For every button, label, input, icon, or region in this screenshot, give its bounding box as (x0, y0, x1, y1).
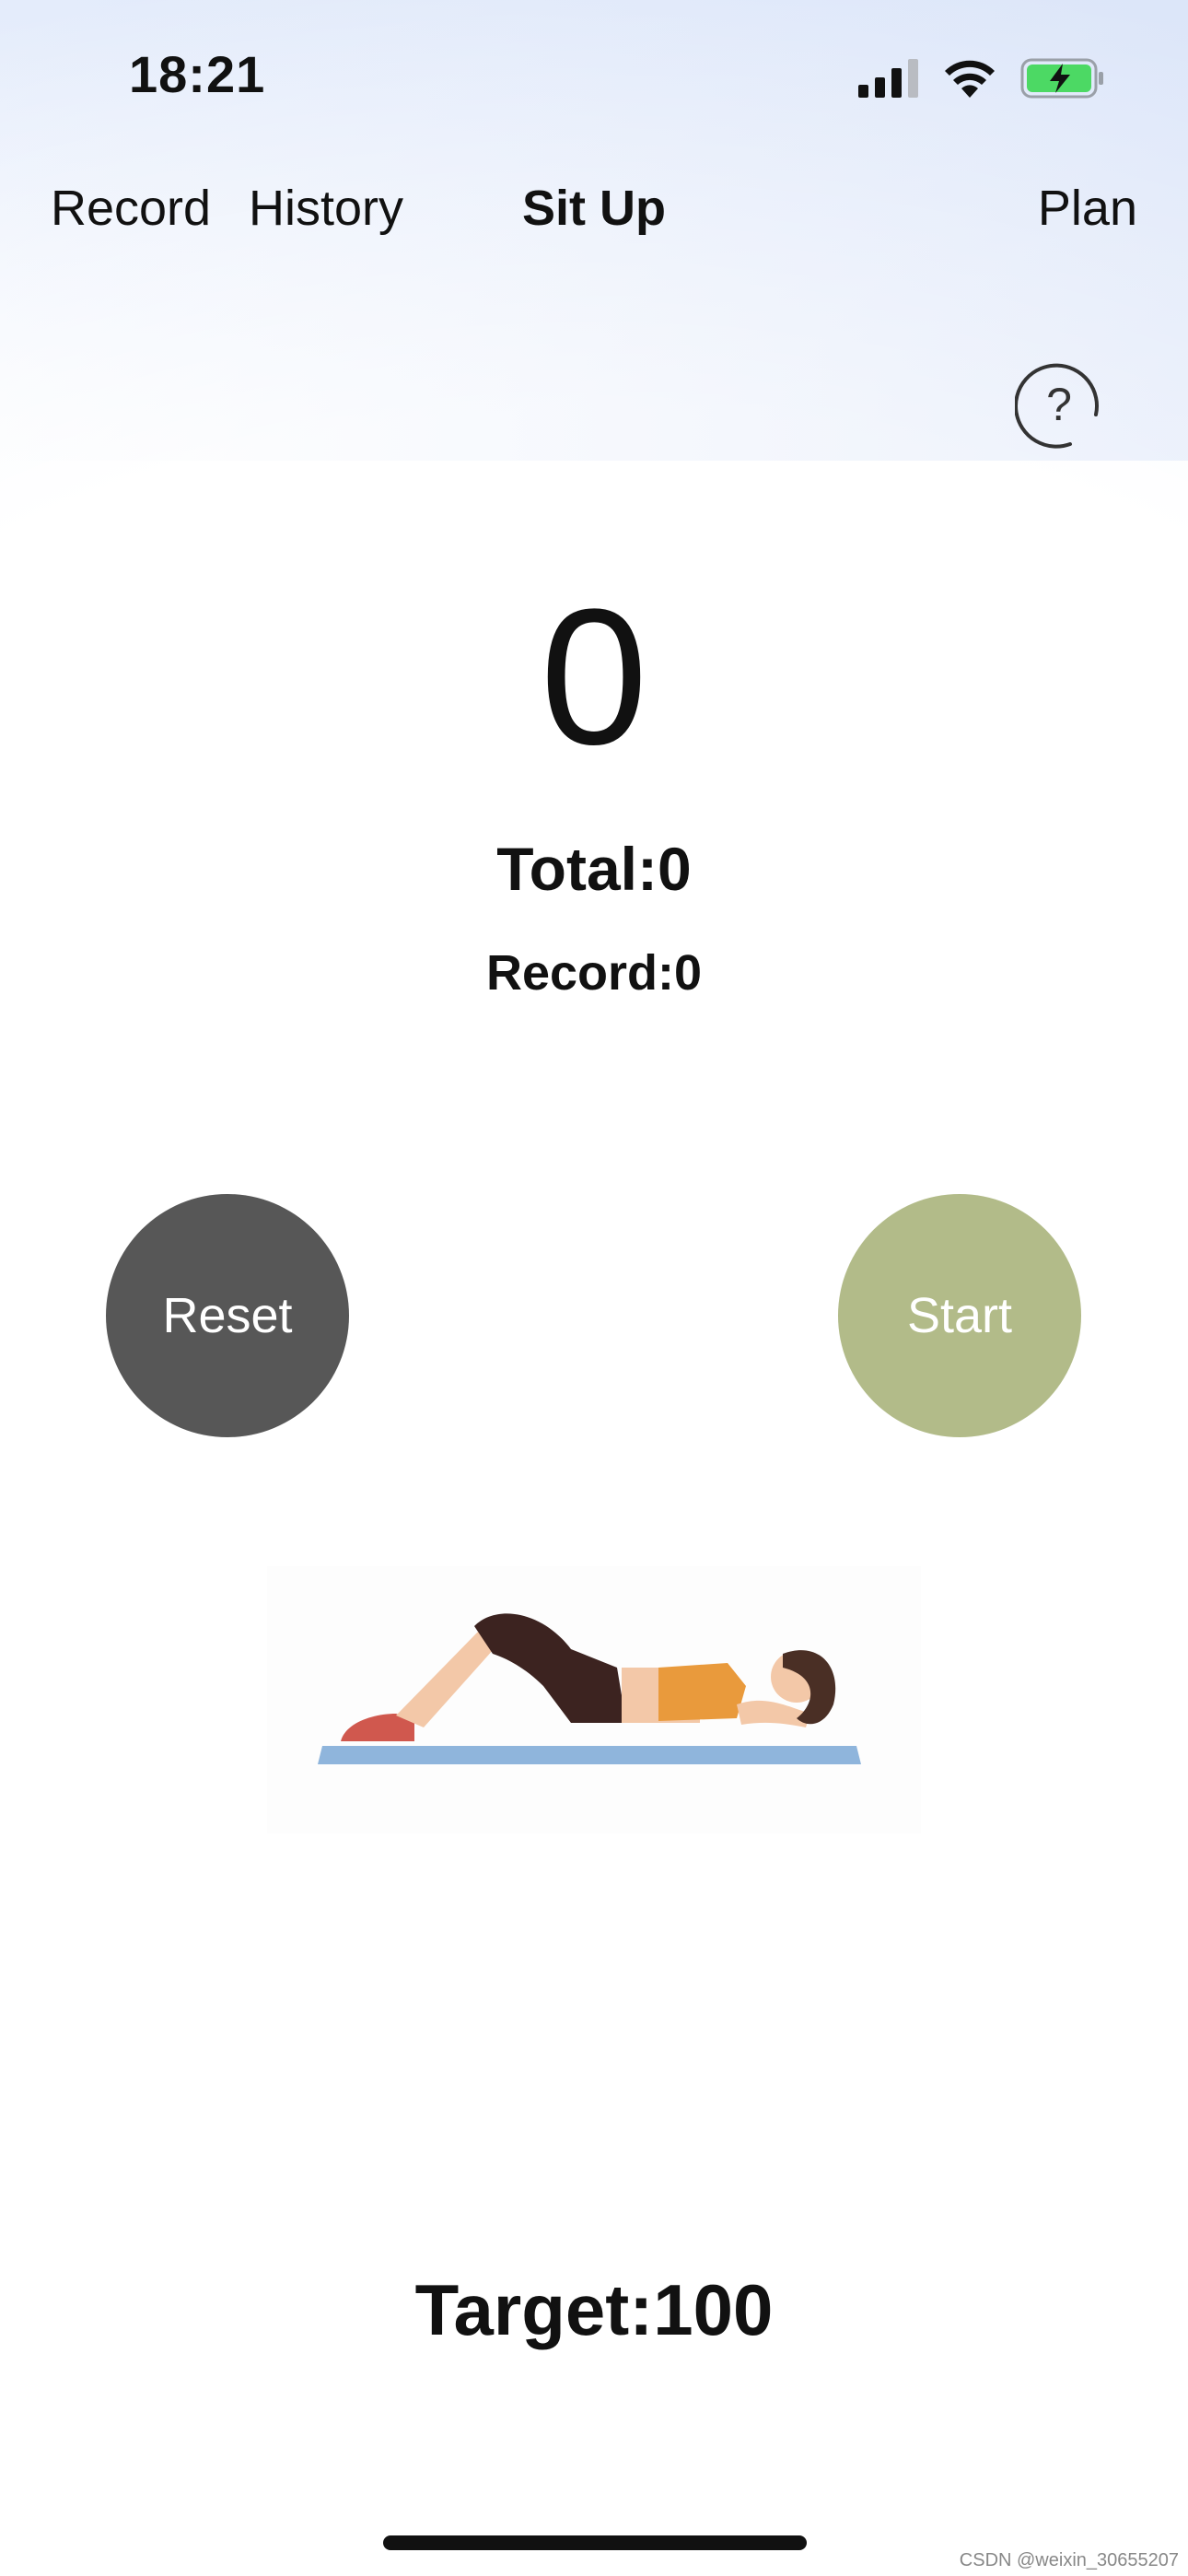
yoga-mat (318, 1746, 861, 1764)
start-label: Start (906, 1288, 1013, 1343)
leggings (474, 1613, 626, 1723)
reset-button[interactable]: Reset (106, 1194, 349, 1437)
status-icons (858, 55, 1105, 101)
help-glyph: ? (1046, 379, 1072, 430)
cellular-signal-icon (858, 59, 918, 98)
question-icon: ? (1014, 363, 1099, 449)
target-label: Target:100 (414, 2269, 774, 2350)
battery-charging-icon (1020, 58, 1103, 99)
home-indicator[interactable] (383, 2535, 807, 2550)
help-button[interactable]: ? (1014, 361, 1103, 450)
sit-up-figure (318, 1613, 861, 1764)
sit-up-illustration (267, 1566, 921, 1833)
total-count: Total:0 (496, 835, 692, 903)
status-time: 18:21 (129, 45, 266, 103)
record-count: Record:0 (485, 945, 703, 1001)
top (658, 1663, 746, 1721)
rep-counter: 0 (540, 568, 648, 785)
nav-plan[interactable]: Plan (1038, 180, 1137, 237)
start-button[interactable]: Start (838, 1194, 1081, 1437)
wifi-icon (945, 60, 995, 98)
page-title: Sit Up (522, 181, 666, 236)
reset-label: Reset (162, 1288, 293, 1343)
watermark: CSDN @weixin_30655207 (959, 2550, 1179, 2570)
